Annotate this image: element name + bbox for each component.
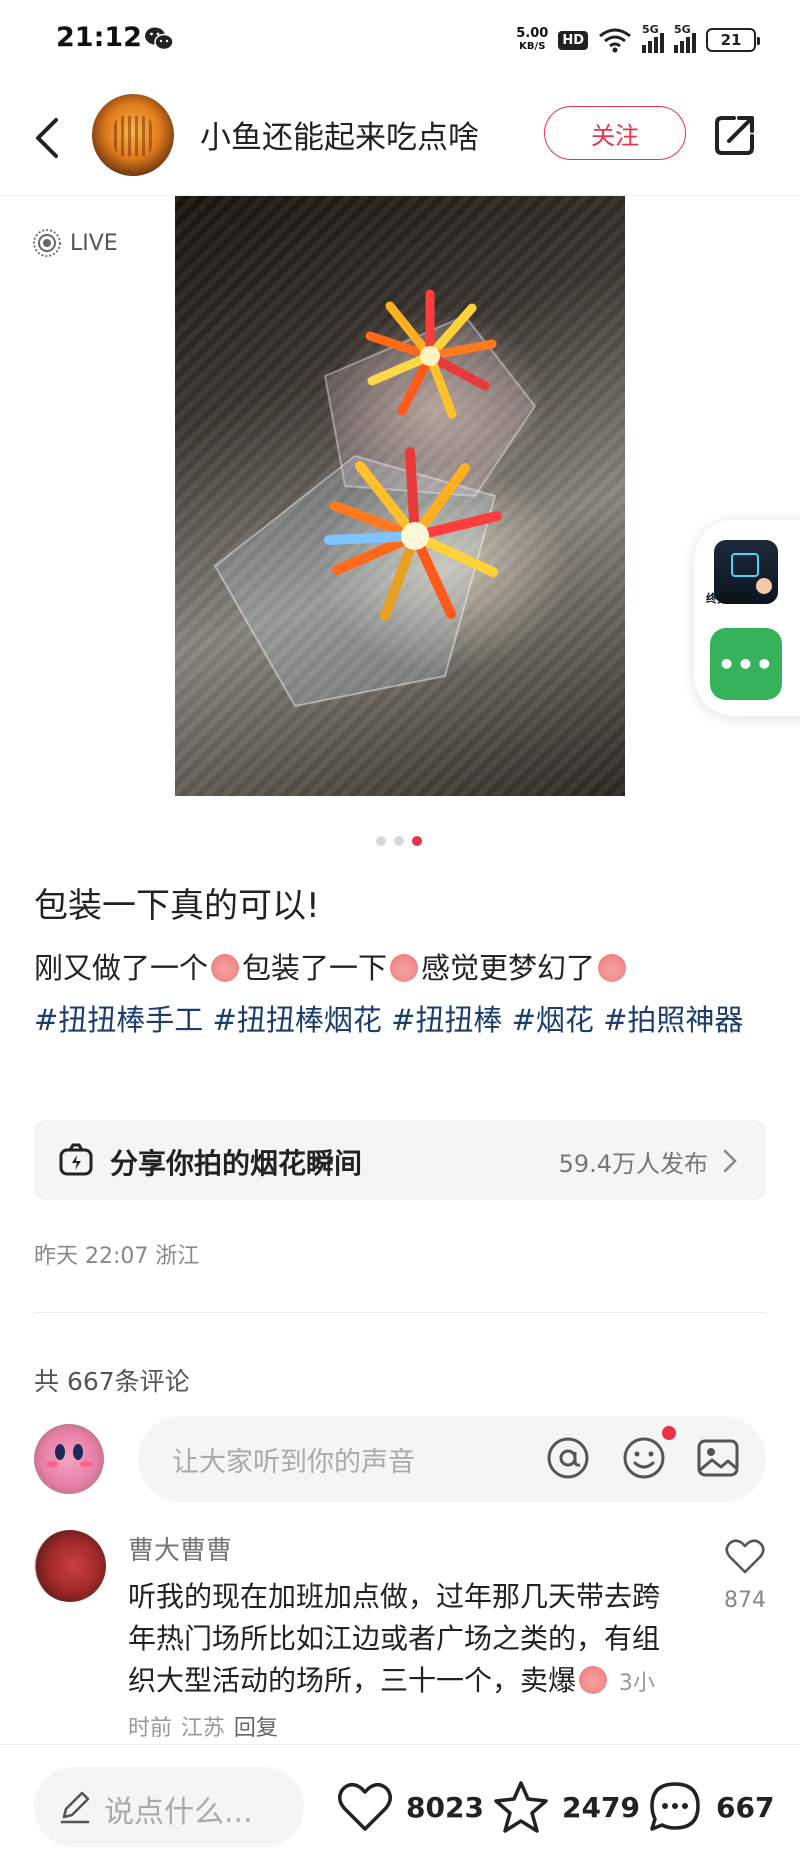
author-avatar[interactable] — [92, 94, 174, 176]
favorite-button[interactable]: 2479 — [492, 1779, 640, 1835]
group-chat-button[interactable]: ••• — [710, 628, 782, 700]
post-body: 刚又做了一个 包装了一下 感觉更梦幻了 #扭扭棒手工 #扭扭棒烟花 #扭扭棒 #烟花… — [34, 942, 774, 1046]
comment-like-icon[interactable] — [724, 1536, 766, 1576]
wow-emoji-icon — [598, 954, 627, 982]
like-count: 8023 — [406, 1790, 484, 1824]
post-header: 小鱼还能起来吃点啥 关注 — [0, 78, 800, 196]
topic-count: 59.4万人发布 — [558, 1150, 708, 1178]
at-mention-icon[interactable] — [544, 1434, 592, 1482]
post-image[interactable] — [175, 196, 625, 796]
kirby-avatar-illustration — [46, 1444, 92, 1467]
hashtag-link[interactable]: #扭扭棒烟花 — [213, 1003, 382, 1037]
net-type-2: 5G — [674, 23, 691, 36]
comment-text: 听我的现在加班加点做，过年那几天带去跨年热门场所比如江边或者广场之类的，有组织大… — [128, 1576, 676, 1750]
floating-side-widget: 终身免费 ••• — [694, 520, 800, 716]
comment-like-count: 874 — [724, 1588, 766, 1613]
comment-bubble-icon — [650, 1782, 700, 1831]
hashtag-link[interactable]: #扭扭棒手工 — [34, 1003, 203, 1037]
comment-input[interactable]: 让大家听到你的声音 — [138, 1416, 766, 1502]
shy-emoji-icon — [390, 954, 419, 982]
status-indicators: 5.00 KB/S HD 5G 5G 21 — [516, 20, 760, 60]
hd-badge: HD — [558, 30, 588, 50]
mini-app-label: 终身免费 — [706, 592, 750, 605]
live-badge[interactable]: LIVE — [32, 228, 118, 258]
post-body-text: 感觉更梦幻了 — [421, 951, 596, 985]
reply-button[interactable]: 回复 — [234, 1716, 278, 1741]
hashtag-link[interactable]: #拍照神器 — [603, 1003, 743, 1037]
comment-location: 江苏 — [180, 1716, 225, 1741]
image-pager — [376, 836, 422, 846]
post-title: 包装一下真的可以! — [34, 886, 320, 926]
comment-count: 共 667条评论 — [34, 1367, 190, 1396]
divider — [34, 1312, 766, 1313]
topic-label: 分享你拍的烟花瞬间 — [110, 1147, 363, 1180]
author-name[interactable]: 小鱼还能起来吃点啥 — [200, 112, 479, 157]
pager-dot[interactable] — [376, 836, 386, 846]
post-body-text: 包装了一下 — [242, 951, 388, 985]
speed-unit: KB/S — [519, 41, 546, 52]
bottom-action-bar: 说点什么... 8023 2479 667 — [0, 1744, 800, 1867]
say-something-input[interactable]: 说点什么... — [34, 1767, 304, 1847]
say-something-placeholder: 说点什么... — [104, 1795, 253, 1830]
status-bar: 21:12 5.00 KB/S HD 5G 5G 21 — [0, 0, 800, 78]
signal-1-icon: 5G — [642, 23, 664, 53]
comment-input-placeholder: 让大家听到你的声音 — [172, 1447, 415, 1478]
share-icon[interactable] — [712, 112, 758, 158]
commenter-avatar[interactable] — [34, 1530, 106, 1602]
image-icon[interactable] — [694, 1434, 742, 1482]
emoji-icon[interactable] — [620, 1434, 668, 1482]
comment-button[interactable]: 667 — [646, 1779, 774, 1835]
battery-indicator: 21 — [706, 28, 760, 52]
comment-total-count: 667 — [716, 1790, 775, 1824]
wifi-icon — [599, 28, 631, 53]
live-photo-icon — [33, 229, 61, 257]
chevron-right-icon — [723, 1149, 737, 1173]
like-button[interactable]: 8023 — [336, 1779, 484, 1835]
wechat-icon — [145, 27, 174, 51]
my-avatar — [34, 1424, 104, 1494]
status-time: 21:12 — [56, 22, 142, 53]
signal-2-icon: 5G — [674, 23, 696, 53]
notification-dot — [662, 1426, 676, 1440]
cry-laugh-emoji-icon — [579, 1666, 608, 1694]
pager-dot-active[interactable] — [412, 836, 422, 846]
camera-flash-icon — [59, 1143, 93, 1176]
favorite-count: 2479 — [562, 1790, 640, 1824]
net-type-1: 5G — [642, 23, 659, 36]
post-body-text: 刚又做了一个 — [34, 951, 209, 985]
network-speed: 5.00 KB/S — [516, 27, 548, 53]
hashtag-link[interactable]: #扭扭棒 — [391, 1003, 502, 1037]
hashtag-link[interactable]: #烟花 — [512, 1003, 594, 1037]
live-label: LIVE — [70, 230, 118, 256]
star-icon — [494, 1781, 548, 1833]
follow-button[interactable]: 关注 — [544, 106, 686, 160]
speed-value: 5.00 — [516, 26, 549, 41]
pencil-icon — [60, 1791, 90, 1824]
heart-icon — [338, 1783, 392, 1831]
blush-emoji-icon — [211, 954, 240, 982]
topic-card[interactable]: 分享你拍的烟花瞬间 59.4万人发布 — [34, 1120, 766, 1200]
post-meta: 昨天 22:07 浙江 — [34, 1244, 200, 1269]
back-icon[interactable] — [30, 114, 66, 162]
pager-dot[interactable] — [394, 836, 404, 846]
commenter-name[interactable]: 曹大曹曹 — [128, 1530, 232, 1567]
firework-craft-illustration — [213, 289, 537, 708]
